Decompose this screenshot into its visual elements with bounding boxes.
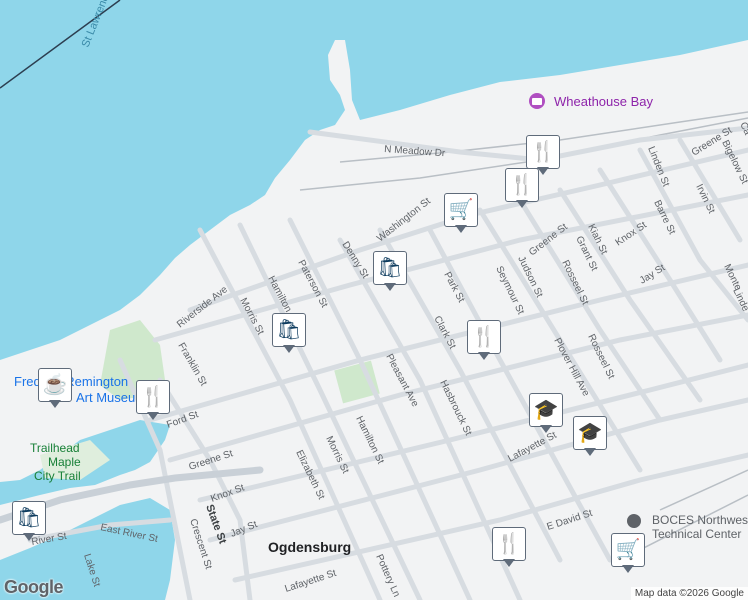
restaurant-marker-4[interactable]: 🍴 [136, 380, 170, 422]
poi-label: Wheathouse Bay [554, 94, 654, 109]
coffee-cup-icon: ☕ [42, 374, 68, 396]
map-canvas[interactable]: St Lawrence N Meadow Dr Washington St De… [0, 0, 748, 600]
shopping-bag-icon: 🛍 [16, 507, 42, 529]
map-attribution[interactable]: Map data ©2026 Google [630, 587, 748, 600]
restaurant-icon: 🍴 [509, 174, 535, 196]
restaurant-marker-3[interactable]: 🍴 [467, 320, 501, 362]
restaurant-marker-2[interactable]: 🍴 [505, 168, 539, 210]
restaurant-marker-5[interactable]: 🍴 [492, 527, 526, 569]
poi-label: Technical Center [652, 527, 741, 541]
city-label: Ogdensburg [268, 539, 351, 555]
shopping-bag-marker-1[interactable]: 🛍 [373, 251, 407, 293]
restaurant-icon: 🍴 [140, 386, 166, 408]
poi-label: Trailhead [30, 441, 80, 455]
shopping-bag-icon: 🛍 [377, 257, 403, 279]
poi-label: BOCES Northwest [652, 513, 748, 527]
school-marker-2[interactable]: 🎓 [573, 416, 607, 458]
shopping-bag-icon: 🛍 [276, 319, 302, 341]
restaurant-icon: 🍴 [530, 141, 556, 163]
cafe-marker[interactable]: ☕ [38, 368, 72, 410]
school-marker-1[interactable]: 🎓 [529, 393, 563, 435]
shopping-cart-marker-2[interactable]: 🛒 [611, 533, 645, 575]
camera-icon-body [532, 98, 542, 105]
graduation-cap-icon: 🎓 [577, 422, 603, 444]
shopping-bag-marker-2[interactable]: 🛍 [272, 313, 306, 355]
shopping-bag-marker-3[interactable]: 🛍 [12, 501, 46, 543]
poi-label: City Trail [34, 469, 81, 483]
restaurant-icon: 🍴 [496, 533, 522, 555]
shopping-cart-marker-1[interactable]: 🛒 [444, 193, 478, 235]
shopping-cart-icon: 🛒 [615, 539, 641, 561]
google-logo: Google [4, 577, 64, 597]
restaurant-icon: 🍴 [471, 326, 497, 348]
shopping-cart-icon: 🛒 [448, 199, 474, 221]
graduation-cap-icon: 🎓 [533, 399, 559, 421]
poi-label: Maple [48, 455, 81, 469]
school-dot-icon [627, 514, 641, 528]
